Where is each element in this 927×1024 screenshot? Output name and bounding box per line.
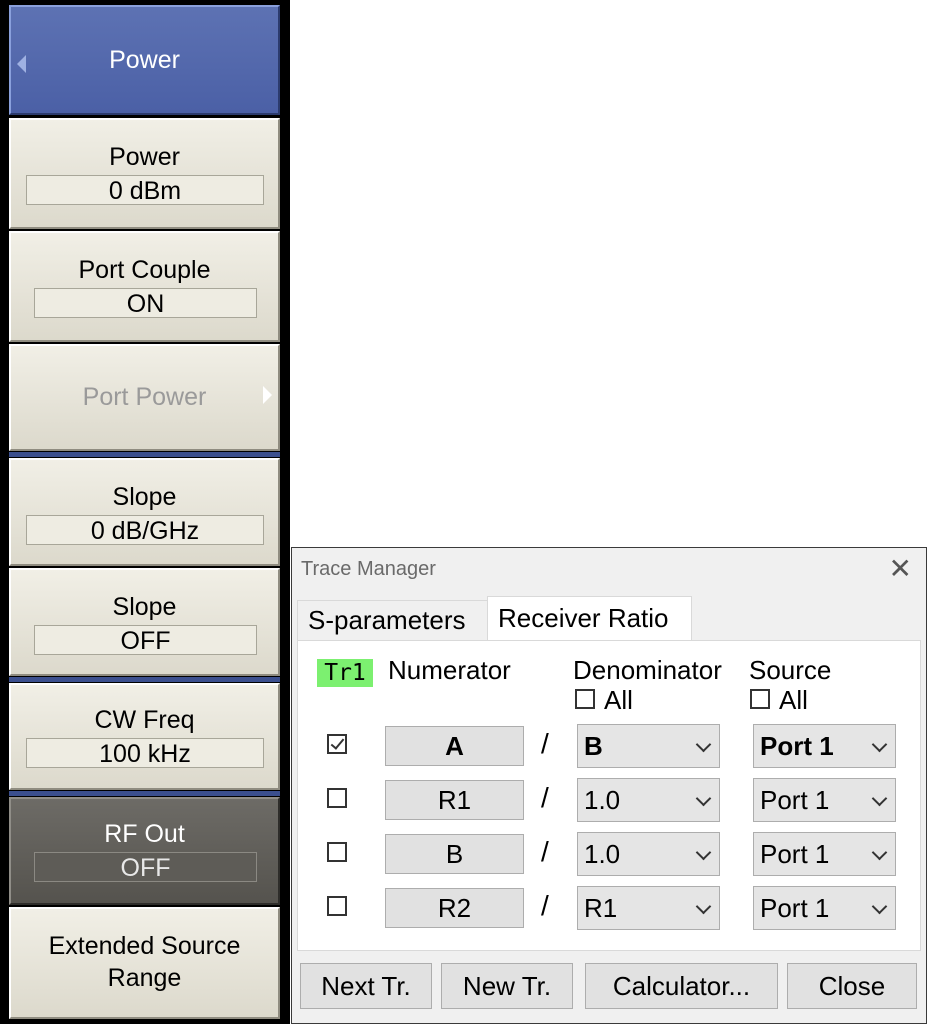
- cw-freq-value: 100 kHz: [26, 738, 264, 768]
- close-icon[interactable]: ✕: [889, 554, 912, 584]
- source-select[interactable]: Port 1: [753, 832, 896, 876]
- port-couple-softkey[interactable]: Port Couple ON: [9, 231, 280, 342]
- slope-label: Slope: [112, 483, 177, 511]
- power-label: Power: [109, 143, 180, 171]
- softkey-header-power[interactable]: Power: [9, 5, 280, 115]
- source-all-label: All: [779, 685, 808, 715]
- port-power-label: Port Power: [82, 383, 207, 411]
- chevron-down-icon: [695, 790, 712, 807]
- power-softkey[interactable]: Power 0 dBm: [9, 118, 280, 229]
- rf-out-softkey[interactable]: RF Out OFF: [9, 797, 280, 905]
- softkey-header-label: Power: [109, 46, 180, 74]
- dialog-title: Trace Manager: [301, 558, 436, 580]
- denominator-value: B: [584, 731, 603, 761]
- trace-manager-dialog: Trace Manager ✕ S-parameters Receiver Ra…: [291, 547, 927, 1024]
- numerator-button[interactable]: A: [385, 726, 524, 766]
- source-value: Port 1: [760, 839, 830, 869]
- softkey-divider: [9, 791, 280, 796]
- denominator-select[interactable]: 1.0: [577, 778, 720, 822]
- calculator-button[interactable]: Calculator...: [585, 963, 778, 1009]
- port-power-softkey[interactable]: Port Power: [9, 344, 280, 451]
- extended-source-label-line2: Range: [107, 964, 182, 992]
- denominator-header: Denominator: [573, 655, 722, 685]
- chevron-down-icon: [871, 790, 888, 807]
- port-couple-label: Port Couple: [78, 256, 211, 284]
- row-checkbox[interactable]: [327, 896, 347, 916]
- new-trace-button[interactable]: New Tr.: [441, 963, 573, 1009]
- receiver-ratio-panel: Tr1 Numerator Denominator Source All All…: [297, 640, 921, 951]
- numerator-button[interactable]: B: [385, 834, 524, 874]
- trace-badge: Tr1: [317, 659, 373, 687]
- chevron-down-icon: [695, 844, 712, 861]
- numerator-button[interactable]: R1: [385, 780, 524, 820]
- chevron-down-icon: [695, 736, 712, 753]
- source-all-checkbox[interactable]: [750, 689, 770, 709]
- numerator-header: Numerator: [388, 655, 511, 685]
- tab-s-parameters[interactable]: S-parameters: [297, 600, 488, 640]
- ratio-slash: /: [541, 728, 549, 759]
- chevron-down-icon: [871, 736, 888, 753]
- source-select[interactable]: Port 1: [753, 778, 896, 822]
- denominator-select[interactable]: B: [577, 724, 720, 768]
- cw-freq-label: CW Freq: [94, 706, 195, 734]
- softkey-divider: [9, 677, 280, 682]
- source-value: Port 1: [760, 731, 834, 761]
- power-value: 0 dBm: [26, 175, 264, 205]
- source-header: Source: [749, 655, 832, 685]
- denominator-all-label: All: [604, 685, 633, 715]
- source-value: Port 1: [760, 785, 830, 815]
- ratio-slash: /: [541, 836, 549, 867]
- extended-source-range-softkey[interactable]: Extended Source Range: [9, 907, 280, 1019]
- port-couple-value: ON: [34, 288, 257, 318]
- cw-freq-softkey[interactable]: CW Freq 100 kHz: [9, 683, 280, 790]
- row-checkbox[interactable]: [327, 734, 347, 754]
- softkey-panel: Power Power 0 dBm Port Couple ON Port Po…: [0, 0, 290, 1024]
- close-button[interactable]: Close: [787, 963, 917, 1009]
- source-select[interactable]: Port 1: [753, 886, 896, 930]
- denominator-select[interactable]: R1: [577, 886, 720, 930]
- tab-receiver-ratio[interactable]: Receiver Ratio: [487, 596, 692, 640]
- chevron-down-icon: [695, 898, 712, 915]
- submenu-arrow-icon: [263, 386, 272, 404]
- denominator-select[interactable]: 1.0: [577, 832, 720, 876]
- extended-source-label-line1: Extended Source: [48, 932, 241, 960]
- slope-value: 0 dB/GHz: [26, 515, 264, 545]
- ratio-slash: /: [541, 782, 549, 813]
- softkey-divider: [9, 452, 280, 457]
- slope-state-label: Slope: [112, 593, 177, 621]
- denominator-value: 1.0: [584, 839, 621, 869]
- ratio-slash: /: [541, 890, 549, 921]
- rf-out-label: RF Out: [104, 820, 185, 848]
- next-trace-button[interactable]: Next Tr.: [300, 963, 432, 1009]
- row-checkbox[interactable]: [327, 788, 347, 808]
- slope-softkey[interactable]: Slope 0 dB/GHz: [9, 458, 280, 566]
- chevron-down-icon: [871, 844, 888, 861]
- source-select[interactable]: Port 1: [753, 724, 896, 768]
- slope-state-value: OFF: [34, 625, 257, 655]
- chevron-down-icon: [871, 898, 888, 915]
- denominator-value: R1: [584, 893, 618, 923]
- rf-out-value: OFF: [34, 852, 257, 882]
- denominator-all-checkbox[interactable]: [575, 689, 595, 709]
- row-checkbox[interactable]: [327, 842, 347, 862]
- slope-state-softkey[interactable]: Slope OFF: [9, 568, 280, 676]
- numerator-button[interactable]: R2: [385, 888, 524, 928]
- denominator-value: 1.0: [584, 785, 621, 815]
- source-value: Port 1: [760, 893, 830, 923]
